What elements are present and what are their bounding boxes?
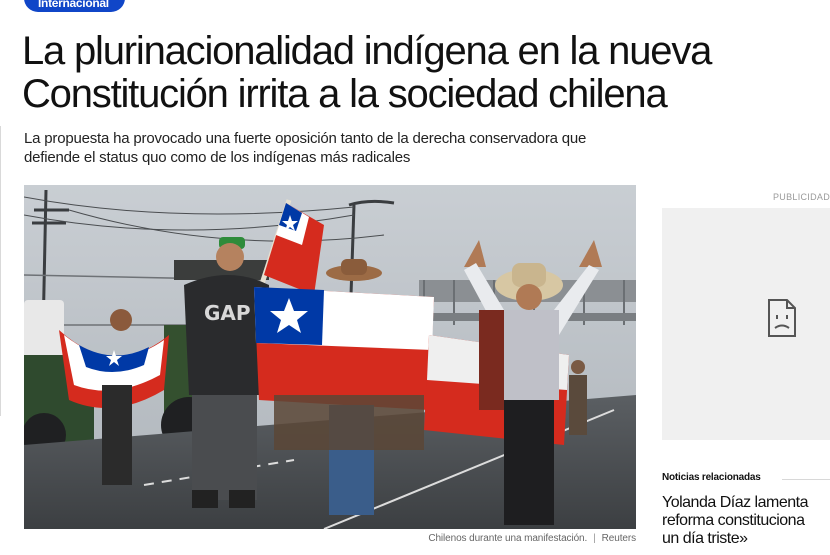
broken-page-icon [765,298,799,343]
photo-credit: Reuters [601,533,636,544]
ad-label: PUBLICIDAD [772,192,830,202]
left-divider [0,126,7,416]
photo-caption: Chilenos durante una manifestación. | Reut… [24,533,636,544]
related-news-divider [782,479,830,480]
related-news-title: Noticias relacionadas [662,472,761,483]
svg-text:GAP: GAP [204,301,251,325]
article-headline: La plurinacionalidad indígena en la nuev… [22,29,712,116]
photo-illustration: GAP [24,185,636,529]
related-news-link[interactable]: Yolanda Díaz lamenta reforma constitucio… [662,494,830,548]
photo-caption-text: Chilenos durante una manifestación. [428,533,588,544]
caption-separator: | [593,533,596,544]
article-subheadline: La propuesta ha provocado una fuerte opo… [24,130,587,166]
section-badge[interactable]: Internacional [24,0,125,12]
article-photo[interactable]: GAP [24,185,636,529]
ad-slot[interactable] [662,208,830,440]
